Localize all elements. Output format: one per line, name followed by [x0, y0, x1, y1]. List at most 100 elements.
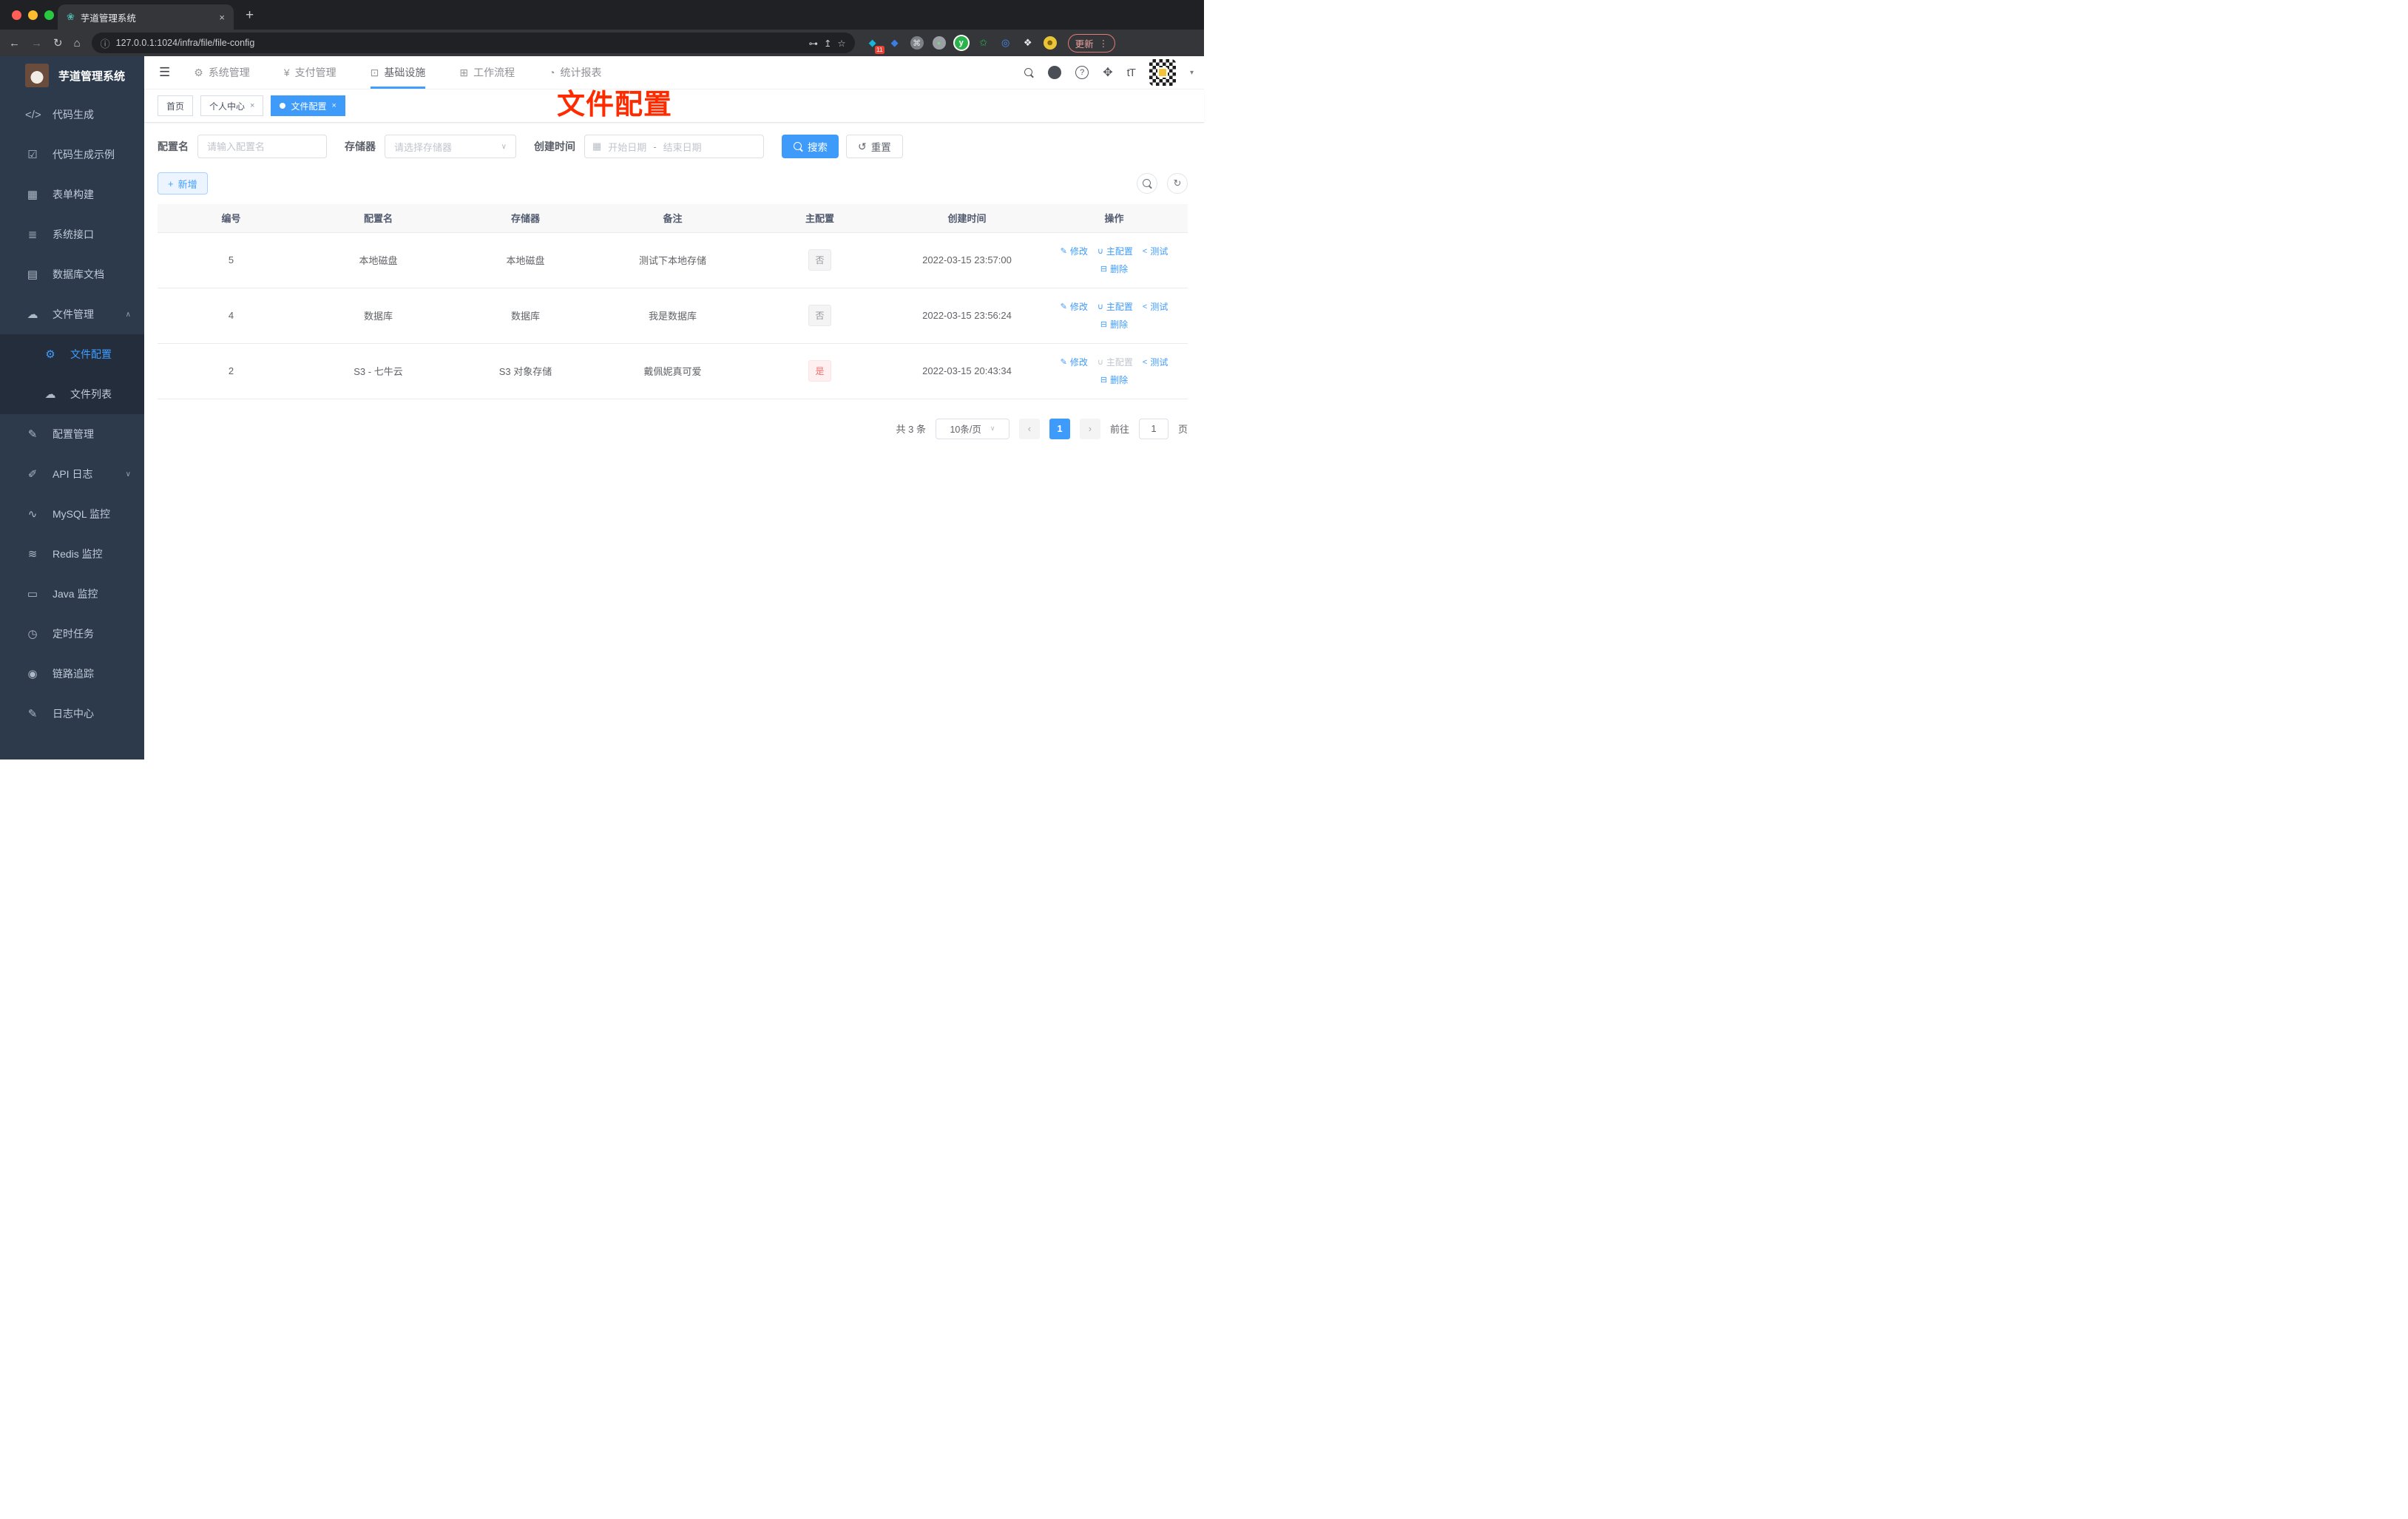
- edit-link[interactable]: ✎ 修改: [1061, 300, 1088, 313]
- reset-button[interactable]: ↺ 重置: [846, 135, 903, 158]
- sidebar-item-file-management[interactable]: ☁ 文件管理 ∧: [0, 294, 144, 334]
- address-bar[interactable]: ⓘ 127.0.0.1:1024/infra/file/file-config …: [91, 33, 855, 53]
- new-tab-button[interactable]: +: [246, 7, 254, 24]
- extension-icon-7[interactable]: ◎: [999, 36, 1012, 50]
- close-icon[interactable]: ×: [250, 101, 254, 110]
- sidebar-item-scheduled-jobs[interactable]: ◷ 定时任务: [0, 614, 144, 654]
- edit-icon: ✎: [1060, 358, 1067, 367]
- zoom-window-button[interactable]: [44, 10, 54, 20]
- page-size-select[interactable]: 10条/页 ∨: [935, 418, 1009, 439]
- extension-icon-4[interactable]: ●: [932, 36, 946, 50]
- top-nav-infrastructure[interactable]: ⊡ 基础设施: [370, 56, 425, 89]
- sidebar-item-system-api[interactable]: ≣ 系统接口: [0, 214, 144, 254]
- sidebar-item-db-doc[interactable]: ▤ 数据库文档: [0, 254, 144, 294]
- search-button[interactable]: 搜索: [782, 135, 839, 158]
- extension-icon-3[interactable]: ⌘: [910, 36, 924, 50]
- edit-link[interactable]: ✎ 修改: [1061, 356, 1088, 368]
- reload-icon[interactable]: ↻: [53, 36, 63, 50]
- github-icon[interactable]: [1048, 66, 1062, 79]
- goto-page-input[interactable]: [1138, 418, 1169, 439]
- storage-select[interactable]: 请选择存储器 ∨: [385, 135, 516, 158]
- back-icon[interactable]: ←: [9, 37, 20, 50]
- fullscreen-icon[interactable]: ✥: [1103, 65, 1112, 80]
- date-range-picker[interactable]: ▦ 开始日期 - 结束日期: [584, 135, 764, 158]
- test-link[interactable]: < 测试: [1143, 300, 1168, 313]
- extension-icon-5[interactable]: y: [954, 36, 968, 50]
- tab-close-icon[interactable]: ×: [219, 12, 225, 23]
- share-icon[interactable]: ↥: [824, 38, 831, 49]
- search-icon[interactable]: [1024, 67, 1034, 78]
- test-link[interactable]: < 测试: [1143, 245, 1168, 257]
- profile-avatar-icon[interactable]: ☻: [1043, 36, 1057, 50]
- sidebar-item-file-list[interactable]: ☁ 文件列表: [0, 374, 144, 414]
- code-icon: </>: [25, 108, 41, 121]
- next-page-button[interactable]: ›: [1079, 418, 1100, 439]
- refresh-icon: ↻: [1173, 177, 1182, 189]
- briefcase-icon: ⊞: [459, 66, 469, 78]
- sidebar-item-code-gen[interactable]: </> 代码生成: [0, 95, 144, 135]
- end-date-placeholder[interactable]: 结束日期: [663, 140, 702, 154]
- sidebar-item-mysql-monitor[interactable]: ∿ MySQL 监控: [0, 494, 144, 534]
- minimize-window-button[interactable]: [28, 10, 38, 20]
- monitor-check-icon: ⊡: [370, 66, 379, 78]
- table-header-row: 编号 配置名 存储器 备注 主配置 创建时间 操作: [158, 204, 1188, 233]
- prev-page-button[interactable]: ‹: [1018, 418, 1040, 439]
- sidebar-item-config-management[interactable]: ✎ 配置管理: [0, 414, 144, 454]
- sidebar-item-log-center[interactable]: ✎ 日志中心: [0, 694, 144, 734]
- config-name-input[interactable]: [197, 135, 327, 158]
- close-icon[interactable]: ×: [331, 101, 336, 110]
- top-nav-system[interactable]: ⚙ 系统管理: [194, 56, 250, 89]
- chevron-up-icon: ∧: [125, 310, 131, 319]
- browser-tab-strip: ❀ 芋道管理系统 × +: [0, 0, 1204, 30]
- browser-menu-dots-icon[interactable]: ⋮: [1099, 38, 1109, 49]
- delete-link[interactable]: ⊟ 删除: [1100, 263, 1128, 275]
- extensions-puzzle-icon[interactable]: ❖: [1021, 36, 1035, 50]
- edit-icon: ✎: [27, 428, 38, 441]
- sidebar-item-api-log[interactable]: ✐ API 日志 ∨: [0, 454, 144, 494]
- bookmark-star-icon[interactable]: ☆: [837, 38, 845, 49]
- test-link[interactable]: < 测试: [1143, 356, 1168, 368]
- timer-icon: ◷: [27, 628, 38, 640]
- edit-link[interactable]: ✎ 修改: [1061, 245, 1088, 257]
- font-size-icon[interactable]: tT: [1127, 67, 1136, 79]
- sidebar-item-form-builder[interactable]: ▦ 表单构建: [0, 175, 144, 214]
- password-key-icon[interactable]: ⊶: [808, 38, 818, 49]
- caret-down-icon[interactable]: ▾: [1190, 69, 1194, 77]
- master-config-link[interactable]: ∪ 主配置: [1098, 300, 1133, 313]
- share-icon: <: [1142, 302, 1148, 311]
- user-avatar[interactable]: [1149, 59, 1176, 86]
- range-separator: -: [653, 141, 657, 152]
- sidebar-item-redis-monitor[interactable]: ≋ Redis 监控: [0, 534, 144, 574]
- total-count: 共 3 条: [896, 424, 926, 435]
- site-info-icon[interactable]: ⓘ: [101, 36, 110, 50]
- tag-home[interactable]: 首页: [158, 95, 194, 116]
- start-date-placeholder[interactable]: 开始日期: [608, 140, 646, 154]
- sidebar-item-java-monitor[interactable]: ▭ Java 监控: [0, 574, 144, 614]
- add-button[interactable]: + 新增: [158, 172, 208, 194]
- sidebar-item-file-config[interactable]: ⚙ 文件配置: [0, 334, 144, 374]
- help-icon[interactable]: ?: [1075, 66, 1089, 79]
- refresh-table-button[interactable]: ↻: [1167, 173, 1188, 194]
- collapse-sidebar-icon[interactable]: ☰: [153, 65, 176, 80]
- page-1-button[interactable]: 1: [1049, 418, 1070, 439]
- home-icon[interactable]: ⌂: [74, 37, 81, 50]
- show-search-toggle-button[interactable]: [1137, 173, 1157, 194]
- delete-link[interactable]: ⊟ 删除: [1100, 373, 1128, 386]
- extension-icon-6[interactable]: ✩: [977, 36, 990, 50]
- master-config-link[interactable]: ∪ 主配置: [1098, 245, 1133, 257]
- tag-profile[interactable]: 个人中心 ×: [200, 95, 264, 116]
- tag-file-config[interactable]: 文件配置 ×: [271, 95, 345, 116]
- extension-icon-2[interactable]: ◆: [888, 36, 902, 50]
- extension-icon-1[interactable]: ◆ 11: [866, 36, 885, 54]
- browser-tab[interactable]: ❀ 芋道管理系统 ×: [58, 4, 234, 30]
- active-dot: [280, 103, 286, 109]
- top-nav-payment[interactable]: ¥ 支付管理: [284, 56, 336, 89]
- forward-icon[interactable]: →: [31, 37, 42, 50]
- top-nav-workflow[interactable]: ⊞ 工作流程: [459, 56, 515, 89]
- monitor-icon: ▭: [27, 588, 38, 601]
- delete-link[interactable]: ⊟ 删除: [1100, 318, 1128, 331]
- browser-update-button[interactable]: 更新 ⋮: [1067, 33, 1116, 53]
- sidebar-item-code-demo[interactable]: ☑ 代码生成示例: [0, 135, 144, 175]
- close-window-button[interactable]: [12, 10, 21, 20]
- sidebar-item-tracing[interactable]: ◉ 链路追踪: [0, 654, 144, 694]
